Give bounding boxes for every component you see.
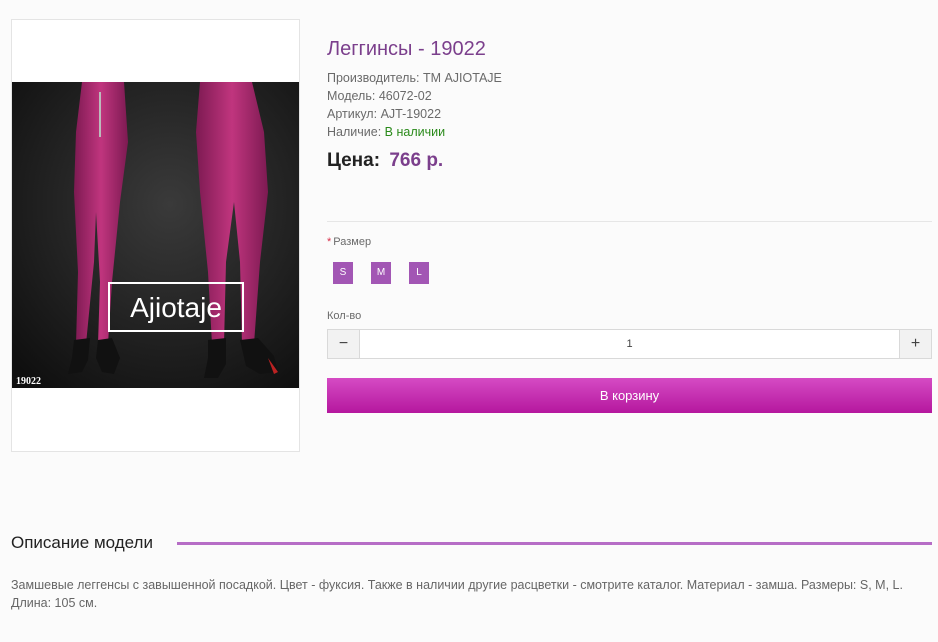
description-title: Описание модели bbox=[11, 533, 153, 552]
model-label: Модель: bbox=[327, 89, 376, 103]
description-divider bbox=[177, 542, 932, 545]
sku-value: AJT-19022 bbox=[380, 107, 442, 121]
price-value: 766 р. bbox=[389, 150, 444, 171]
model-row: Модель: 46072-02 bbox=[327, 89, 432, 103]
price-row: Цена: 766 р. bbox=[327, 150, 443, 172]
size-option-s[interactable]: S bbox=[333, 262, 353, 284]
product-title: Леггинсы - 19022 bbox=[327, 38, 486, 60]
availability-row: Наличие: В наличии bbox=[327, 125, 445, 139]
sku-row: Артикул: AJT-19022 bbox=[327, 107, 441, 121]
model-value: 46072-02 bbox=[378, 89, 432, 103]
product-photo[interactable]: Ajiotaje 19022 bbox=[12, 82, 299, 388]
image-code-text: 19022 bbox=[16, 376, 41, 387]
size-label-text: Размер bbox=[333, 236, 372, 248]
divider bbox=[327, 221, 932, 222]
manufacturer-link[interactable]: ТМ AJIOTAJE bbox=[423, 71, 502, 85]
quantity-input[interactable]: 1 bbox=[359, 330, 900, 358]
sku-label: Артикул: bbox=[327, 107, 378, 121]
add-to-cart-button[interactable]: В корзину bbox=[327, 378, 932, 413]
manufacturer-row: Производитель: ТМ AJIOTAJE bbox=[327, 71, 502, 85]
description-text: Замшевые леггенсы с завышенной посадкой.… bbox=[11, 578, 903, 610]
product-image-frame[interactable]: Ajiotaje 19022 bbox=[11, 19, 300, 452]
quantity-label: Кол-во bbox=[327, 310, 362, 322]
quantity-stepper: − 1 + bbox=[327, 329, 932, 359]
quantity-decrease-button[interactable]: − bbox=[328, 330, 360, 358]
required-mark: * bbox=[327, 236, 332, 248]
availability-value: В наличии bbox=[384, 125, 446, 139]
brand-logo-text: Ajiotaje bbox=[130, 292, 222, 323]
quantity-increase-button[interactable]: + bbox=[899, 330, 931, 358]
size-option-l[interactable]: L bbox=[409, 262, 429, 284]
price-label: Цена: bbox=[327, 150, 381, 171]
manufacturer-label: Производитель: bbox=[327, 71, 420, 85]
availability-label: Наличие: bbox=[327, 125, 382, 139]
size-option-m[interactable]: M bbox=[371, 262, 391, 284]
size-option-label: * Размер bbox=[327, 236, 371, 248]
